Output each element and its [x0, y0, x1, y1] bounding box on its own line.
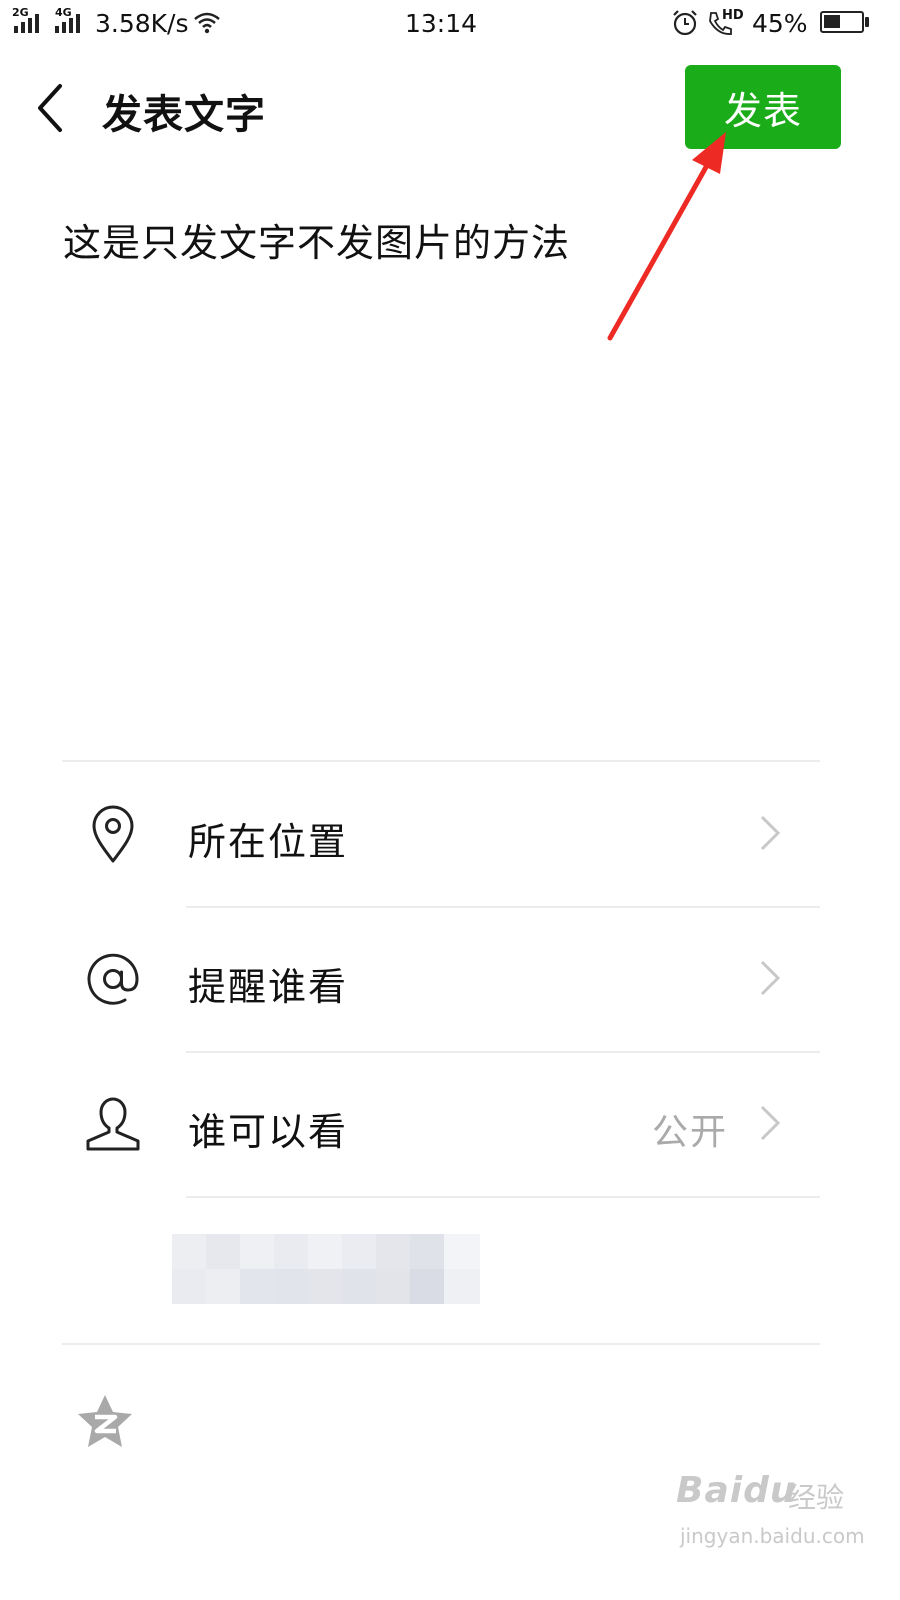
option-label: 所在位置 — [188, 820, 349, 864]
alarm-clock-icon — [673, 10, 697, 36]
page-title: 发表文字 — [102, 92, 266, 138]
option-location[interactable]: 所在位置 — [0, 763, 900, 908]
at-sign-icon — [87, 953, 139, 1005]
annotation-arrow — [607, 132, 726, 341]
option-label: 提醒谁看 — [188, 965, 349, 1009]
watermark-brand: Baidu — [676, 1470, 797, 1511]
divider — [62, 760, 820, 762]
location-pin-icon — [92, 805, 134, 863]
watermark-url: jingyan.baidu.com — [680, 1524, 865, 1548]
qzone-star-icon[interactable] — [76, 1393, 134, 1449]
wifi-icon — [194, 12, 220, 34]
chevron-right-icon — [760, 960, 781, 996]
baidu-watermark: Baidu 经验 jingyan.baidu.com — [676, 1470, 865, 1560]
chevron-right-icon — [760, 815, 781, 851]
battery-tip — [865, 17, 869, 27]
network-type-2: 4G — [55, 6, 72, 19]
battery-fill — [824, 15, 840, 28]
back-chevron-icon[interactable] — [28, 82, 74, 134]
battery-icon — [820, 11, 864, 33]
chevron-right-icon — [760, 1105, 781, 1141]
watermark-sub: 经验 — [788, 1481, 845, 1514]
battery-percent: 45% — [752, 9, 808, 38]
network-type-1: 2G — [12, 6, 29, 19]
status-bar: 2G 4G 3.58K/s 13:14 HD 45% — [0, 0, 900, 48]
clock-time: 13:14 — [405, 9, 478, 38]
post-text-input[interactable]: 这是只发文字不发图片的方法 — [63, 212, 570, 267]
network-speed: 3.58K/s — [95, 9, 189, 38]
divider — [186, 1196, 820, 1198]
option-label: 谁可以看 — [188, 1110, 349, 1154]
divider — [62, 1343, 820, 1345]
option-visibility[interactable]: 谁可以看 公开 — [0, 1053, 900, 1198]
option-remind[interactable]: 提醒谁看 — [0, 908, 900, 1053]
hd-label: HD — [722, 8, 744, 23]
pixelated-region — [172, 1234, 480, 1304]
visibility-value: 公开 — [652, 1112, 729, 1153]
person-icon — [86, 1097, 140, 1151]
